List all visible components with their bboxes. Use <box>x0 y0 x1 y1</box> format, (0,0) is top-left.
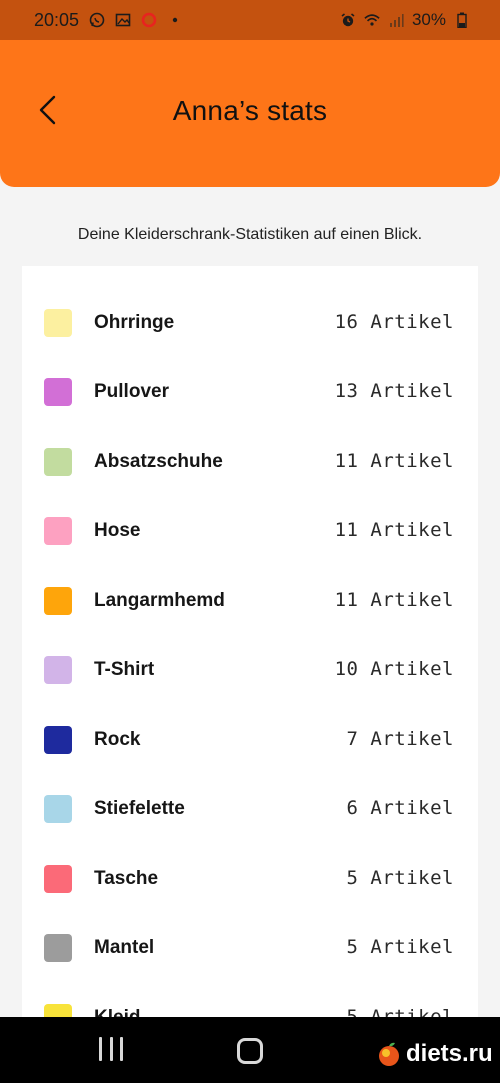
apple-logo-icon <box>376 1041 402 1067</box>
color-swatch <box>44 934 72 962</box>
item-label: Pullover <box>94 381 169 402</box>
color-swatch <box>44 517 72 545</box>
color-swatch <box>44 309 72 337</box>
item-label: Hose <box>94 520 141 541</box>
list-item: Tasche 5 Artikel <box>22 822 478 893</box>
whatsapp-icon <box>89 12 105 28</box>
color-swatch <box>44 865 72 893</box>
dot-icon <box>167 12 183 28</box>
item-count: 7 Artikel <box>334 728 454 750</box>
color-swatch <box>44 587 72 615</box>
item-label: Stiefelette <box>94 798 185 819</box>
item-count: 13 Artikel <box>334 380 454 402</box>
home-icon[interactable] <box>237 1038 263 1064</box>
record-icon <box>141 12 157 28</box>
navigation-bar: diets.ru <box>0 1017 500 1083</box>
item-label: T-Shirt <box>94 659 155 680</box>
status-time: 20:05 <box>34 9 80 30</box>
list-item: Rock 7 Artikel <box>22 683 478 754</box>
wifi-icon <box>364 12 380 28</box>
color-swatch <box>44 726 72 754</box>
color-swatch <box>44 378 72 406</box>
watermark: diets.ru <box>376 1039 493 1069</box>
item-label: Ohrringe <box>94 312 175 333</box>
list-item: Hose 11 Artikel <box>22 474 478 545</box>
page-title: Anna’s stats <box>172 95 328 126</box>
item-label: Absatzschuhe <box>94 451 223 472</box>
alarm-icon <box>340 12 356 28</box>
status-bar: 20:05 30% <box>0 0 500 40</box>
signal-icon <box>388 12 404 28</box>
item-label: Langarmhemd <box>94 590 225 611</box>
list-item: Pullover 13 Artikel <box>22 335 478 406</box>
list-item: Absatzschuhe 11 Artikel <box>22 405 478 476</box>
color-swatch <box>44 448 72 476</box>
list-item: Ohrringe 16 Artikel <box>22 266 478 337</box>
stats-list: Ohrringe 16 Artikel Pullover 13 Artikel … <box>22 266 478 1026</box>
app-header: Anna’s stats <box>0 40 500 187</box>
item-count: 6 Artikel <box>334 797 454 819</box>
color-swatch <box>44 795 72 823</box>
item-label: Rock <box>94 729 141 750</box>
recent-apps-icon[interactable] <box>99 1037 123 1063</box>
battery-percent: 30% <box>411 10 446 29</box>
item-label: Tasche <box>94 868 159 889</box>
color-swatch <box>44 656 72 684</box>
item-label: Mantel <box>94 937 155 958</box>
list-item: Mantel 5 Artikel <box>22 891 478 962</box>
item-count: 5 Artikel <box>334 936 454 958</box>
battery-icon <box>454 12 470 28</box>
item-count: 11 Artikel <box>334 519 454 541</box>
list-item: T-Shirt 10 Artikel <box>22 613 478 684</box>
page-subtitle: Deine Kleiderschrank-Statistiken auf ein… <box>77 226 423 243</box>
item-count: 10 Artikel <box>334 658 454 680</box>
item-count: 11 Artikel <box>334 589 454 611</box>
item-count: 11 Artikel <box>334 450 454 472</box>
list-item: Langarmhemd 11 Artikel <box>22 544 478 615</box>
gallery-icon <box>115 12 131 28</box>
list-item: Stiefelette 6 Artikel <box>22 752 478 823</box>
item-count: 5 Artikel <box>334 867 454 889</box>
item-count: 16 Artikel <box>334 311 454 333</box>
watermark-text: diets.ru <box>406 1040 493 1067</box>
